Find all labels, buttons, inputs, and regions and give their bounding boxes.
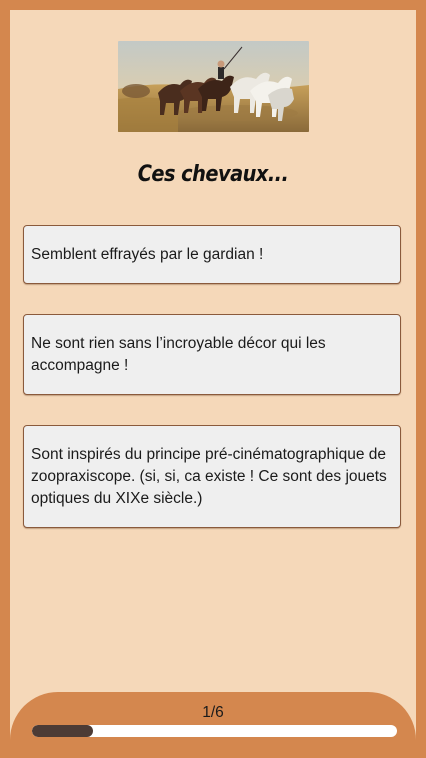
answer-option-2[interactable]: Ne sont rien sans l’incroyable décor qui…: [23, 314, 401, 395]
answer-option-1[interactable]: Semblent effrayés par le gardian !: [23, 225, 401, 284]
answer-option-3[interactable]: Sont inspirés du principe pré-cinématogr…: [23, 425, 401, 528]
answer-option-2-label: Ne sont rien sans l’incroyable décor qui…: [31, 334, 326, 374]
horses-painting-image: [118, 41, 309, 132]
quiz-screen: Ces chevaux... Semblent effrayés par le …: [10, 10, 416, 748]
progress-bar-fill: [32, 725, 93, 737]
answer-option-1-label: Semblent effrayés par le gardian !: [31, 245, 264, 263]
question-text: Ces chevaux...: [137, 162, 289, 187]
progress-footer: 1/6: [10, 692, 416, 748]
answer-option-3-label: Sont inspirés du principe pré-cinématogr…: [31, 445, 387, 507]
progress-bar: [32, 725, 397, 737]
question-counter: 1/6: [202, 704, 224, 721]
